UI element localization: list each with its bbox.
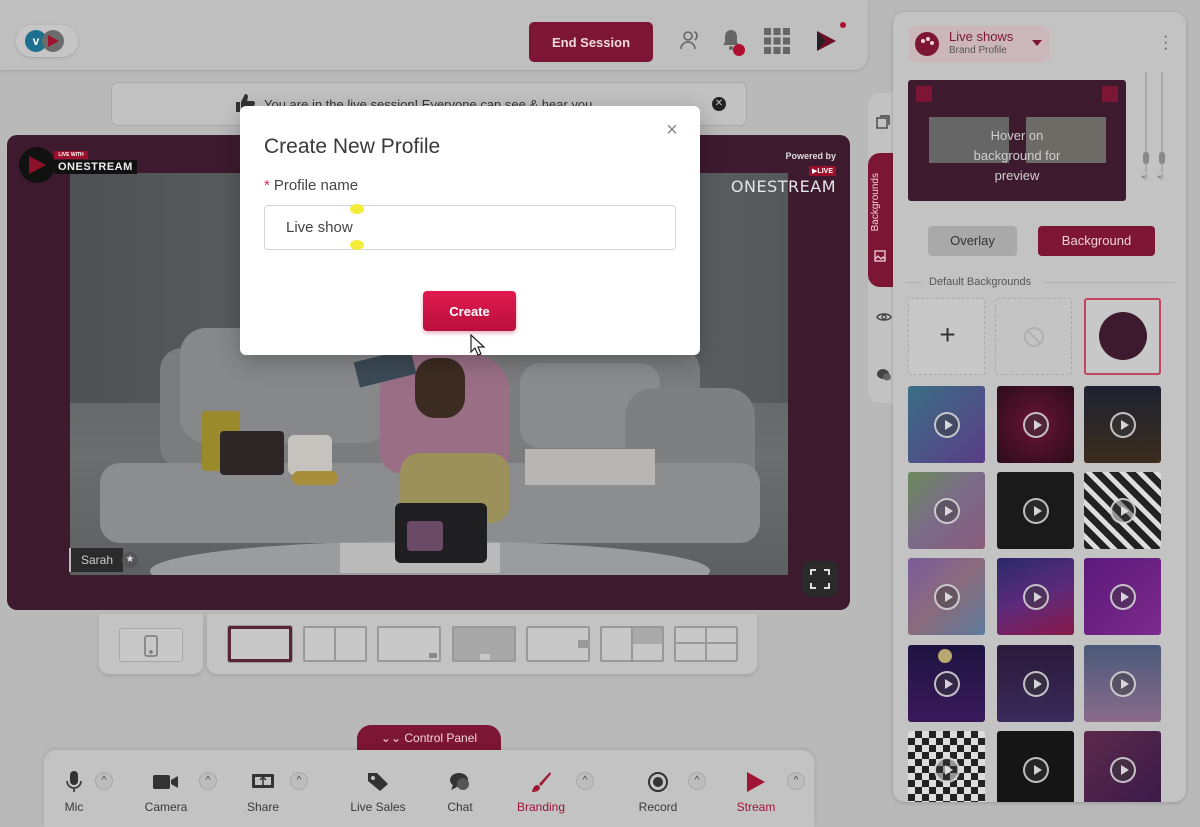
profile-name-label-text: Profile name [273,177,359,194]
close-icon[interactable]: × [662,120,682,140]
mouse-pointer-icon [470,333,486,361]
required-marker: * [264,177,270,194]
profile-name-input[interactable] [264,205,676,250]
text-cursor-marker [350,204,364,214]
text-cursor-marker [350,240,364,250]
profile-name-label: * Profile name [264,177,358,194]
create-button[interactable]: Create [423,291,516,331]
dialog-title: Create New Profile [264,135,441,158]
create-profile-dialog: Create New Profile × *Profile name Creat… [240,106,700,355]
